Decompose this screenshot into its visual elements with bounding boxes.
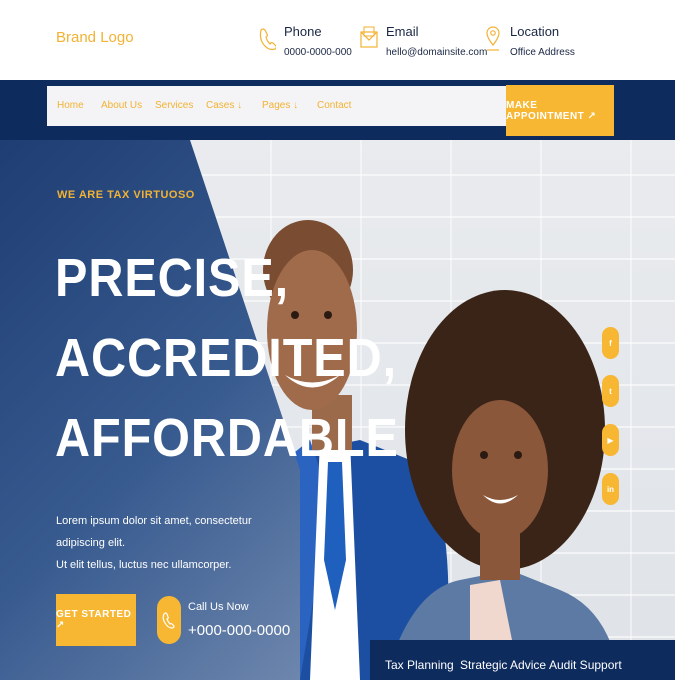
get-started-button[interactable]: GET STARTED ↗	[56, 594, 136, 646]
hero-tagline: WE ARE TAX VIRTUOSO	[57, 189, 195, 201]
services-bar: Tax Planning Strategic Advice Audit Supp…	[370, 640, 675, 680]
make-appointment-button[interactable]: MAKE APPOINTMENT ↗	[506, 85, 614, 136]
service-audit-support[interactable]: Audit Support	[549, 658, 622, 672]
contact-email[interactable]: Email hello@domainsite.com	[360, 24, 487, 58]
hero-section: WE ARE TAX VIRTUOSO PRECISE, ACCREDITED,…	[0, 140, 675, 680]
service-strategic-advice[interactable]: Strategic Advice	[460, 658, 546, 672]
location-value: Office Address	[510, 47, 575, 58]
linkedin-icon[interactable]: in	[602, 473, 619, 505]
phone-call-icon	[162, 612, 175, 629]
twitter-icon[interactable]: t	[602, 375, 619, 407]
call-us-label: Call Us Now	[188, 601, 249, 613]
phone-icon	[259, 28, 276, 51]
location-label: Location	[510, 24, 560, 39]
hero-headline: PRECISE, ACCREDITED, AFFORDABLE	[55, 238, 399, 478]
nav-cases[interactable]: Cases ↓	[206, 100, 242, 111]
nav-pages[interactable]: Pages ↓	[262, 100, 298, 111]
hero-description: Lorem ipsum dolor sit amet, consectetur …	[56, 510, 296, 576]
call-us-number[interactable]: +000-000-0000	[188, 622, 290, 639]
nav-contact[interactable]: Contact	[317, 100, 351, 111]
facebook-icon[interactable]: f	[602, 327, 619, 359]
service-tax-planning[interactable]: Tax Planning	[385, 658, 454, 672]
phone-label: Phone	[284, 24, 322, 39]
contact-phone[interactable]: Phone 0000-0000-000	[258, 24, 352, 58]
email-label: Email	[386, 24, 419, 39]
main-nav: Home About Us Services Cases ↓ Pages ↓ C…	[47, 86, 506, 126]
headline-line-2: ACCREDITED,	[55, 328, 398, 388]
top-bar: Brand Logo Phone 0000-0000-000 Email hel…	[0, 0, 680, 80]
headline-line-1: PRECISE,	[55, 248, 290, 308]
nav-about-us[interactable]: About Us	[101, 100, 142, 111]
description-line-1: Lorem ipsum dolor sit amet, consectetur …	[56, 515, 252, 549]
description-line-2: Ut elit tellus, luctus nec ullamcorper.	[56, 559, 232, 571]
nav-services[interactable]: Services	[155, 100, 193, 111]
nav-band: Home About Us Services Cases ↓ Pages ↓ C…	[0, 80, 675, 140]
nav-home[interactable]: Home	[57, 100, 84, 111]
email-value: hello@domainsite.com	[386, 47, 488, 58]
phone-value: 0000-0000-000	[284, 47, 352, 58]
envelope-icon	[360, 26, 378, 48]
map-pin-icon	[486, 26, 500, 51]
contact-location[interactable]: Location Office Address	[484, 24, 575, 58]
call-icon-wrap	[157, 596, 181, 644]
brand-logo[interactable]: Brand Logo	[56, 29, 134, 46]
youtube-icon[interactable]: ▶	[602, 424, 619, 456]
headline-line-3: AFFORDABLE	[55, 408, 399, 468]
